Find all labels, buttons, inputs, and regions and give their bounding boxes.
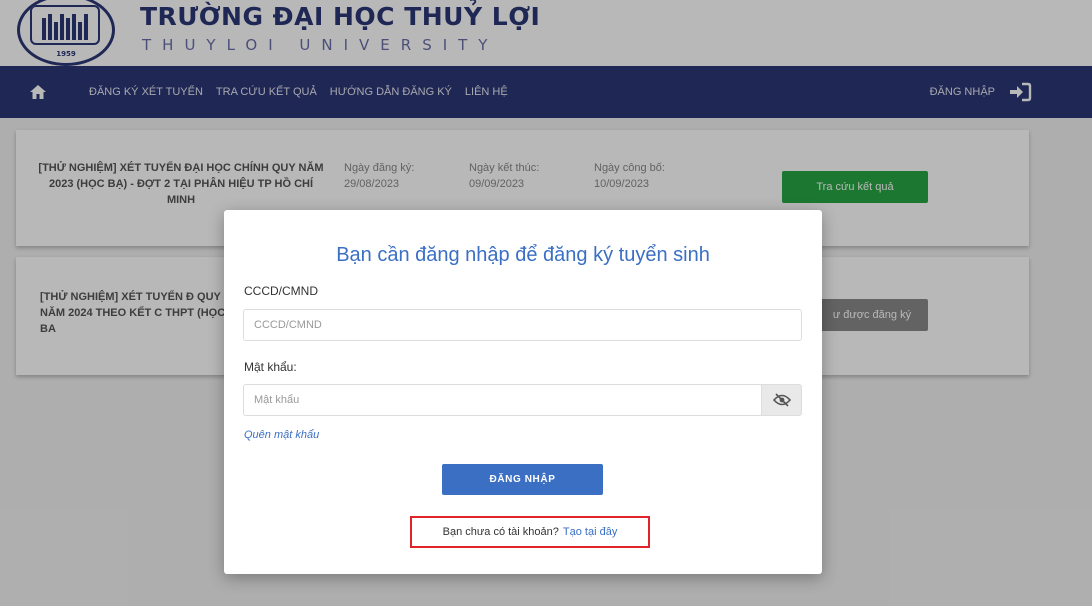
eye-slash-icon bbox=[772, 393, 791, 407]
forgot-password-link[interactable]: Quên mật khẩu bbox=[244, 429, 319, 441]
login-modal: Bạn cần đăng nhập để đăng ký tuyển sinh … bbox=[224, 210, 822, 574]
toggle-password-button[interactable] bbox=[761, 384, 802, 416]
id-label: CCCD/CMND bbox=[244, 284, 318, 298]
modal-title: Bạn cần đăng nhập để đăng ký tuyển sinh bbox=[336, 244, 710, 266]
signup-prompt: Bạn chưa có tài khoản? Tạo tại đây bbox=[410, 516, 650, 548]
no-account-text: Bạn chưa có tài khoản? bbox=[442, 526, 559, 538]
password-label: Mật khẩu: bbox=[244, 360, 297, 374]
create-account-link[interactable]: Tạo tại đây bbox=[563, 526, 617, 538]
login-button[interactable]: ĐĂNG NHẬP bbox=[442, 464, 603, 495]
password-input[interactable] bbox=[243, 384, 762, 416]
id-input[interactable] bbox=[243, 309, 802, 341]
